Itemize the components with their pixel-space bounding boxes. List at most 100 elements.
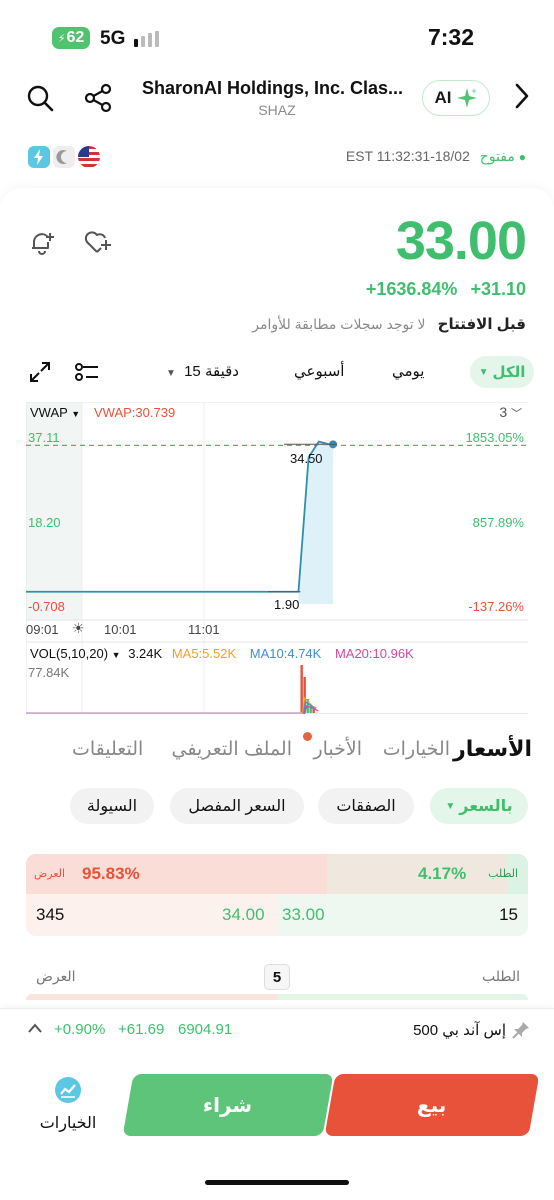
ai-button[interactable]: AI bbox=[422, 80, 490, 116]
bid-size: 15 bbox=[499, 905, 518, 924]
subtab-detailed[interactable]: السعر المفصل bbox=[170, 788, 304, 824]
tab-daily[interactable]: يومي bbox=[392, 362, 424, 380]
lightning-badge-icon bbox=[28, 146, 50, 168]
axis-right-bottom: -137.26% bbox=[468, 599, 524, 614]
depth-bid-label: الطلب bbox=[481, 968, 520, 984]
ask-size: 345 bbox=[36, 905, 65, 924]
market-open-label: مفتوح bbox=[479, 148, 515, 164]
volume-header: VOL(5,10,20) ▼ 3.24K MA5:5.52K MA10:4.74… bbox=[30, 646, 414, 661]
tab-profile[interactable]: الملف التعريفي bbox=[172, 738, 292, 761]
tab-options[interactable]: الخيارات bbox=[383, 738, 450, 761]
sell-button[interactable]: بيع bbox=[324, 1074, 540, 1136]
price-chart[interactable]: VWAP ▼ VWAP:30.739 3 ﹀ 37.11 18.20 -0.70… bbox=[25, 401, 528, 715]
ai-label: AI bbox=[434, 88, 452, 107]
bid-label: الطلب bbox=[488, 868, 518, 880]
search-icon[interactable] bbox=[24, 82, 56, 114]
chart-settings-icon[interactable] bbox=[70, 356, 102, 388]
depth-selector[interactable]: 5 bbox=[264, 964, 290, 990]
ma5-value: MA5:5.52K bbox=[171, 646, 237, 661]
time-label-2: 11:01 bbox=[188, 622, 220, 637]
chart-canvas bbox=[25, 401, 528, 715]
axis-right-mid: 857.89% bbox=[472, 515, 524, 530]
pin-icon[interactable] bbox=[512, 1021, 530, 1044]
options-label: الخيارات bbox=[39, 1115, 97, 1132]
status-bar: ⚡ 62 5G 7:32 bbox=[0, 0, 554, 70]
options-chart-icon bbox=[55, 1077, 81, 1103]
index-ticker-bar[interactable]: +0.90% +61.69 6904.91 إس آند بي 500 bbox=[0, 1008, 554, 1052]
axis-left-mid: 18.20 bbox=[28, 515, 61, 530]
moon-badge-icon bbox=[53, 146, 75, 168]
volume-bar-0 bbox=[300, 665, 303, 713]
tab-news[interactable]: الأخبار bbox=[313, 738, 362, 761]
no-orders-text: لا توجد سجلات مطابقة للأوامر bbox=[252, 316, 426, 332]
market-status: EST 11:32:31-18/02 مفتوح ● bbox=[346, 148, 526, 165]
network-type: 5G bbox=[100, 28, 126, 49]
trading-time: EST 11:32:31-18/02 bbox=[345, 148, 470, 164]
bid-percent: 4.17% bbox=[418, 864, 467, 883]
sun-icon: ☀ bbox=[72, 620, 85, 636]
clock: 7:32 bbox=[427, 24, 474, 50]
index-value: 6904.91 bbox=[178, 1021, 233, 1038]
indicator-selector[interactable]: VWAP ▼ bbox=[30, 405, 80, 420]
sparkle-icon bbox=[456, 88, 477, 108]
heart-add-icon[interactable] bbox=[82, 226, 114, 258]
index-name: إس آند بي 500 bbox=[413, 1022, 506, 1039]
tab-weekly[interactable]: أسبوعي bbox=[294, 362, 344, 380]
time-label-1: 10:01 bbox=[104, 622, 137, 637]
price-change: +1636.84% +31.10 bbox=[366, 279, 526, 300]
share-icon[interactable] bbox=[82, 82, 114, 114]
signal-bars-icon bbox=[134, 31, 159, 47]
chart-period-tabs: ▼ 15 دقيقة أسبوعي يومي ▼ الكل bbox=[0, 356, 554, 390]
ma10-value: MA10:4.74K bbox=[249, 646, 322, 661]
stock-ticker: SHAZ bbox=[258, 102, 296, 118]
chevron-right-icon[interactable] bbox=[506, 80, 538, 112]
subtab-by-price[interactable]: ▼ بالسعر bbox=[430, 788, 528, 824]
stock-name: SharonAI Holdings, Inc. Clas... bbox=[142, 78, 404, 98]
bid-ask-ratio: العرض 95.83% 4.17% الطلب bbox=[26, 854, 528, 894]
axis-right-top: 1853.05% bbox=[465, 430, 524, 445]
series-count[interactable]: 3 ﹀ bbox=[499, 404, 522, 421]
volume-label: VOL(5,10,20) bbox=[30, 646, 109, 661]
depth-header: العرض 5 الطلب bbox=[26, 962, 528, 992]
index-change-percent: +0.90% bbox=[54, 1021, 106, 1038]
bid-price: 33.00 bbox=[282, 905, 325, 924]
current-price: 33.00 bbox=[395, 211, 527, 271]
trade-action-bar: الخيارات شراء بيع bbox=[0, 1062, 554, 1142]
ask-price: 34.00 bbox=[222, 905, 265, 924]
change-percent: +1636.84% bbox=[365, 279, 458, 299]
section-tabs: الأسعار الخيارات الأخبار الملف التعريفي … bbox=[0, 732, 554, 776]
axis-left-top: 37.11 bbox=[28, 430, 60, 445]
dropdown-arrow-icon: ▼ bbox=[71, 409, 81, 419]
battery-indicator: ⚡ 62 bbox=[52, 27, 90, 49]
tab-comments[interactable]: التعليقات bbox=[72, 738, 143, 761]
dropdown-arrow-icon: ▼ bbox=[478, 366, 489, 378]
market-badges bbox=[28, 146, 103, 168]
index-change: +61.69 bbox=[118, 1021, 165, 1038]
interval-dropdown[interactable]: ▼ 15 دقيقة bbox=[166, 362, 239, 380]
buy-button[interactable]: شراء bbox=[122, 1074, 334, 1136]
tab-all[interactable]: ▼ الكل bbox=[470, 356, 534, 388]
ask-label: العرض bbox=[34, 868, 66, 880]
status-dot-icon: ● bbox=[518, 150, 526, 164]
us-flag-icon bbox=[78, 146, 100, 168]
vwap-value: VWAP:30.739 bbox=[94, 405, 176, 420]
volume-max: 77.84K bbox=[28, 665, 70, 680]
fullscreen-icon[interactable] bbox=[24, 356, 56, 388]
bell-add-icon[interactable] bbox=[26, 226, 58, 258]
chevron-down-icon: ﹀ bbox=[511, 408, 522, 420]
dropdown-arrow-icon: ▼ bbox=[166, 368, 176, 379]
dropdown-arrow-icon: ▼ bbox=[445, 800, 456, 812]
options-shortcut[interactable]: الخيارات bbox=[34, 1076, 102, 1133]
chevron-up-icon[interactable] bbox=[26, 1021, 44, 1040]
change-amount: +31.10 bbox=[470, 279, 526, 299]
order-book-row: 345 34.00 33.00 15 bbox=[26, 894, 528, 936]
depth-ask-label: العرض bbox=[36, 968, 76, 984]
low-label: 1.90 bbox=[274, 597, 300, 612]
subtab-liquidity[interactable]: السيولة bbox=[70, 788, 154, 824]
high-label: 34.50 bbox=[290, 451, 323, 466]
session-label: قبل الافتتاح bbox=[437, 316, 526, 333]
subtab-trades[interactable]: الصفقات bbox=[318, 788, 414, 824]
home-indicator bbox=[205, 1180, 349, 1185]
depth-bar-top bbox=[26, 994, 528, 1000]
tab-prices[interactable]: الأسعار bbox=[453, 736, 532, 762]
